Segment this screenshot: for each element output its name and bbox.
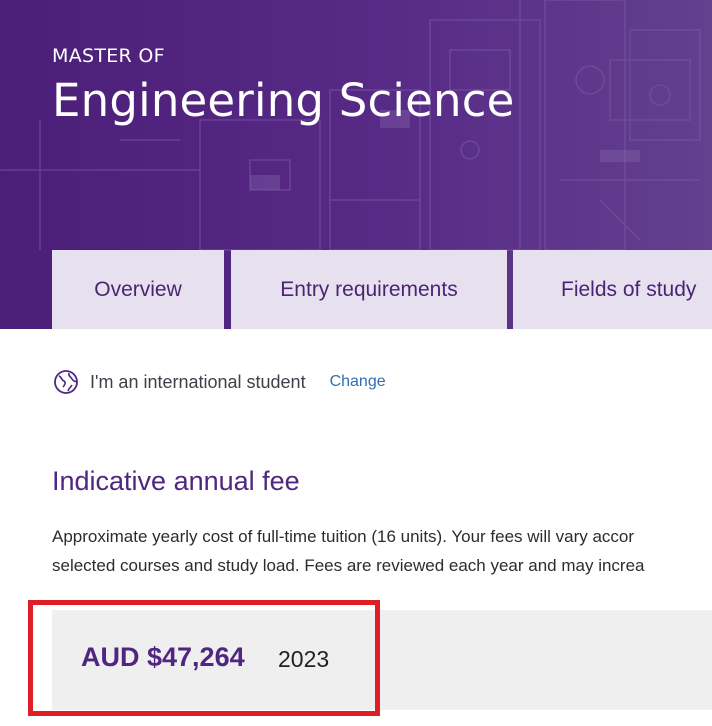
fee-description-line: selected courses and study load. Fees ar… <box>52 556 645 575</box>
fee-description-line: Approximate yearly cost of full-time tui… <box>52 527 635 546</box>
globe-icon <box>54 370 78 394</box>
page-title: Engineering Science <box>52 74 515 127</box>
student-type-selector: I'm an international student Change <box>53 368 386 396</box>
change-student-type-link[interactable]: Change <box>330 373 386 391</box>
tab-overview[interactable]: Overview <box>52 250 224 329</box>
degree-level-label: MASTER OF <box>52 45 165 67</box>
fee-section-heading: Indicative annual fee <box>52 466 300 496</box>
tab-entry-requirements[interactable]: Entry requirements <box>231 250 507 329</box>
student-type-label: I'm an international student <box>90 371 306 392</box>
fee-description: Approximate yearly cost of full-time tui… <box>52 522 712 580</box>
highlight-box <box>28 600 380 716</box>
tab-fields-of-study[interactable]: Fields of study <box>513 250 712 329</box>
